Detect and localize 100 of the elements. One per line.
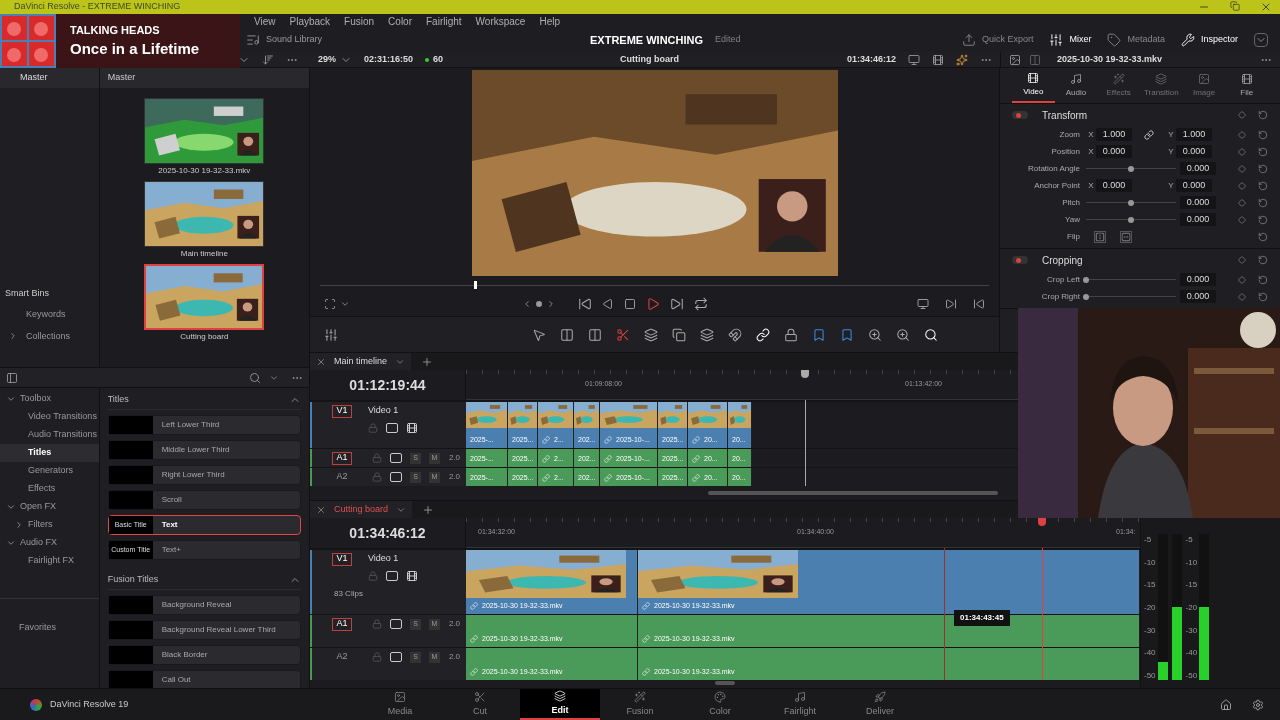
title-item[interactable]: Black Border (107, 645, 301, 665)
title-item[interactable]: Middle Lower Third (107, 440, 301, 460)
effects-category[interactable]: Audio Transitions (0, 426, 99, 444)
transform-icon[interactable] (324, 298, 336, 310)
page-tab[interactable]: Deliver (840, 689, 920, 720)
effects-category[interactable]: Fairlight FX (0, 552, 99, 570)
page-tab[interactable]: Color (680, 689, 760, 720)
chevron-down-icon[interactable] (6, 502, 16, 512)
menu-item[interactable]: Help (539, 13, 560, 29)
pointer-icon[interactable] (532, 327, 546, 342)
inspector-tab[interactable]: File (1225, 68, 1269, 103)
header-button[interactable]: Metadata (1107, 33, 1165, 47)
value-field[interactable]: 0.000 (1180, 196, 1216, 209)
value-field[interactable]: 0.000 (1176, 179, 1212, 192)
reset-icon[interactable] (1258, 197, 1268, 208)
close-icon[interactable] (316, 356, 326, 367)
add-tab-icon[interactable] (422, 503, 435, 516)
flip-vertical-icon[interactable] (1120, 230, 1132, 243)
timeline-tab[interactable]: Main timeline (310, 353, 412, 370)
header-button[interactable]: Inspector (1180, 33, 1238, 47)
bin-item[interactable]: Master (20, 71, 48, 85)
menu-item[interactable]: Workspace (475, 13, 526, 29)
slider[interactable] (1086, 292, 1176, 301)
split-icon[interactable] (1029, 53, 1041, 66)
enable-toggle[interactable] (1012, 111, 1028, 119)
header-button[interactable]: Quick Export (961, 33, 1034, 47)
slider[interactable] (1086, 198, 1176, 207)
inspector-tab[interactable]: Video (1012, 68, 1055, 103)
flag-icon[interactable] (812, 327, 826, 342)
bin-item[interactable]: Keywords (0, 308, 99, 322)
effects-category[interactable]: Titles (0, 444, 99, 462)
next-frame-icon[interactable] (945, 298, 957, 310)
value-field[interactable]: 0.000 (1176, 145, 1212, 158)
previous-frame-icon[interactable] (973, 298, 985, 310)
zoom-custom-icon[interactable] (924, 327, 938, 342)
playhead[interactable] (801, 370, 809, 378)
title-item[interactable]: Call Out (107, 670, 301, 688)
insert-icon[interactable] (644, 327, 658, 342)
playhead-handle[interactable] (474, 281, 477, 289)
lock-icon[interactable] (784, 327, 798, 342)
title-item[interactable]: Background Reveal Lower Third (107, 620, 301, 640)
page-tab[interactable]: Edit (520, 689, 600, 720)
auto-select-icon[interactable] (386, 423, 398, 433)
track-badge[interactable]: A2 (332, 650, 352, 664)
effects-category[interactable]: Open FX (0, 498, 99, 516)
film-icon[interactable] (406, 570, 418, 582)
scrollbar[interactable] (715, 681, 735, 685)
skip-forward-icon[interactable] (670, 297, 684, 311)
monitor-icon[interactable] (917, 298, 929, 310)
value-field[interactable]: 0.000 (1180, 273, 1216, 286)
reset-icon[interactable] (1258, 214, 1268, 225)
sparkle-icon[interactable] (956, 53, 968, 66)
reset-icon[interactable] (1258, 110, 1268, 120)
page-tab[interactable]: Fairlight (760, 689, 840, 720)
timeline-selector[interactable]: Cutting board (620, 52, 679, 67)
page-tab[interactable]: Cut (440, 689, 520, 720)
link-icon[interactable] (1144, 129, 1154, 140)
dynamic-trim-icon[interactable] (588, 327, 602, 342)
close-icon[interactable] (316, 504, 326, 515)
chevron-right-icon[interactable] (14, 520, 24, 530)
slider[interactable] (1086, 215, 1176, 224)
menu-item[interactable]: Color (388, 13, 412, 29)
scrollbar[interactable] (708, 491, 998, 495)
stop-icon[interactable] (624, 298, 636, 310)
page-tab[interactable]: Fusion (600, 689, 680, 720)
search-icon[interactable] (249, 371, 261, 384)
track-badge[interactable]: V1 (332, 404, 352, 418)
title-item[interactable]: Scroll (107, 490, 301, 510)
title-item[interactable]: Right Lower Third (107, 465, 301, 485)
expand-icon[interactable] (1254, 33, 1268, 47)
reset-icon[interactable] (1258, 255, 1268, 265)
restore-icon[interactable] (1230, 1, 1240, 11)
reset-icon[interactable] (1258, 146, 1268, 157)
menu-item[interactable]: View (254, 13, 276, 29)
close-icon[interactable] (1260, 1, 1272, 13)
effects-category[interactable]: Effects (0, 480, 99, 498)
auto-select-icon[interactable] (386, 571, 398, 581)
reset-icon[interactable] (1258, 231, 1268, 242)
playhead[interactable] (1038, 518, 1046, 526)
keyframe-icon[interactable] (1238, 111, 1246, 119)
next-icon[interactable] (546, 299, 556, 309)
trim-icon[interactable] (560, 327, 574, 342)
panel-toggle-icon[interactable] (6, 371, 18, 384)
slider[interactable] (1086, 164, 1176, 173)
value-field[interactable]: 0.000 (1180, 162, 1216, 175)
effects-category[interactable]: Video Transitions (0, 408, 99, 426)
timeline-tab[interactable]: Cutting board (310, 501, 413, 518)
reset-icon[interactable] (1258, 163, 1268, 174)
auto-select-icon[interactable] (390, 619, 402, 629)
blade-icon[interactable] (616, 327, 630, 342)
value-field[interactable]: 0.000 (1180, 213, 1216, 226)
chevron-down-icon[interactable] (6, 394, 16, 404)
reset-icon[interactable] (1258, 129, 1268, 140)
home-icon[interactable] (1220, 698, 1232, 711)
title-item[interactable]: Background Reveal (107, 595, 301, 615)
timeline-options-icon[interactable] (324, 327, 338, 342)
chevron-icon[interactable] (340, 299, 350, 309)
title-item[interactable]: Left Lower Third (107, 415, 301, 435)
sound-library-button[interactable]: Sound Library (246, 33, 323, 47)
film-icon[interactable] (932, 53, 944, 66)
